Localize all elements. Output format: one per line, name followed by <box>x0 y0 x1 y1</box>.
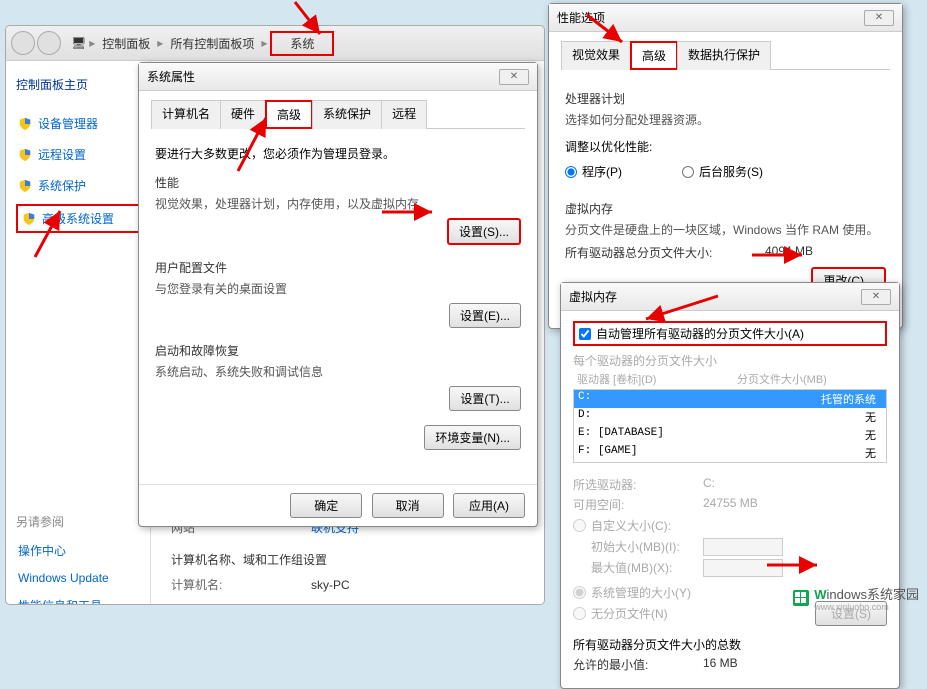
startup-section-desc: 系统启动、系统失败和调试信息 <box>155 363 521 380</box>
radio-system-managed[interactable]: 系统管理的大小(Y) <box>573 584 815 601</box>
startup-settings-button[interactable]: 设置(T)... <box>449 386 521 411</box>
radio-custom-size[interactable]: 自定义大小(C): <box>573 517 887 534</box>
perfopt-titlebar[interactable]: 性能选项 ✕ <box>549 4 902 32</box>
drive-row-e[interactable]: E: [DATABASE]无 <box>574 426 886 444</box>
vmem-total-value: 4094 MB <box>765 244 886 261</box>
tab-computer-name[interactable]: 计算机名 <box>151 100 221 129</box>
nav-back-button[interactable] <box>11 31 35 55</box>
tab-remote[interactable]: 远程 <box>381 100 427 129</box>
proc-sched-title: 处理器计划 <box>565 90 886 107</box>
admin-note: 要进行大多数更改，您必须作为管理员登录。 <box>155 145 521 162</box>
tab-advanced[interactable]: 高级 <box>265 100 313 129</box>
shield-icon <box>22 212 36 226</box>
shield-icon <box>18 148 32 162</box>
proc-sched-desc: 选择如何分配处理器资源。 <box>565 111 886 128</box>
close-icon[interactable]: ✕ <box>864 10 894 26</box>
vmem-title: 虚拟内存 <box>565 200 886 217</box>
drive-list-header: 驱动器 [卷标](D) 分页文件大小(MB) <box>573 369 887 389</box>
perf-settings-button[interactable]: 设置(S)... <box>447 218 521 245</box>
profile-section-desc: 与您登录有关的桌面设置 <box>155 280 521 297</box>
control-panel-sidebar: 控制面板主页 设备管理器 远程设置 系统保护 高级系统设置 另请参阅 操作中心 … <box>6 61 151 604</box>
radio-programs[interactable]: 程序(P) <box>565 163 622 180</box>
vmem-dlg-title: 虚拟内存 <box>569 288 861 305</box>
computer-name-row: 计算机名: sky-PC <box>171 576 524 593</box>
breadcrumb-sep: ▸ <box>89 36 95 51</box>
see-also-performance-info[interactable]: 性能信息和工具 <box>16 593 140 605</box>
sidebar-link-device-manager[interactable]: 设备管理器 <box>16 111 140 136</box>
breadcrumb-icon: 🖥 <box>71 36 86 50</box>
shield-icon <box>18 179 32 193</box>
control-panel-titlebar: 🖥 ▸ 控制面板 ▸ 所有控制面板项 ▸ 系统 <box>6 26 544 61</box>
sidebar-link-protection[interactable]: 系统保护 <box>16 173 140 198</box>
breadcrumb[interactable]: 🖥 ▸ 控制面板 ▸ 所有控制面板项 ▸ 系统 <box>71 31 334 56</box>
list-heading: 每个驱动器的分页文件大小 <box>573 352 887 369</box>
computer-name-label: 计算机名: <box>171 576 301 593</box>
perf-section-title: 性能 <box>155 174 521 191</box>
breadcrumb-item[interactable]: 所有控制面板项 <box>166 33 258 54</box>
perfopt-title: 性能选项 <box>557 9 864 26</box>
shield-icon <box>18 117 32 131</box>
performance-options-dialog: 性能选项 ✕ 视觉效果 高级 数据执行保护 处理器计划 选择如何分配处理器资源。… <box>548 3 903 329</box>
sysprop-titlebar[interactable]: 系统属性 ✕ <box>139 63 537 91</box>
drive-row-c[interactable]: C: 托管的系统 <box>574 390 886 408</box>
env-vars-button[interactable]: 环境变量(N)... <box>424 425 521 450</box>
see-also-heading: 另请参阅 <box>16 513 140 530</box>
see-also-section: 另请参阅 操作中心 Windows Update 性能信息和工具 <box>16 513 140 605</box>
breadcrumb-item-system[interactable]: 系统 <box>270 31 334 56</box>
vmem-titlebar[interactable]: 虚拟内存 ✕ <box>561 283 899 311</box>
proc-sched-adjust: 调整以优化性能: <box>565 138 886 155</box>
tab-protection[interactable]: 系统保护 <box>312 100 382 129</box>
sidebar-link-remote[interactable]: 远程设置 <box>16 142 140 167</box>
apply-button[interactable]: 应用(A) <box>453 493 525 518</box>
computer-name-value: sky-PC <box>311 578 350 592</box>
nav-forward-button[interactable] <box>37 31 61 55</box>
see-also-windows-update[interactable]: Windows Update <box>16 567 140 589</box>
tab-visual-effects[interactable]: 视觉效果 <box>561 41 631 70</box>
tab-hardware[interactable]: 硬件 <box>220 100 266 129</box>
radio-no-paging[interactable]: 无分页文件(N) <box>573 605 815 622</box>
profile-settings-button[interactable]: 设置(E)... <box>449 303 521 328</box>
see-also-action-center[interactable]: 操作中心 <box>16 538 140 563</box>
nav-back-forward[interactable] <box>11 31 61 55</box>
system-properties-dialog: 系统属性 ✕ 计算机名 硬件 高级 系统保护 远程 要进行大多数更改，您必须作为… <box>138 62 538 527</box>
startup-section-title: 启动和故障恢复 <box>155 342 521 359</box>
vmem-total-row: 所有驱动器总分页文件大小: 4094 MB <box>565 244 886 261</box>
initial-size-input[interactable] <box>703 538 783 556</box>
breadcrumb-item[interactable]: 控制面板 <box>98 33 154 54</box>
vmem-desc: 分页文件是硬盘上的一块区域，Windows 当作 RAM 使用。 <box>565 221 886 238</box>
drive-row-d[interactable]: D: 无 <box>574 408 886 426</box>
sysprop-tabstrip: 计算机名 硬件 高级 系统保护 远程 <box>151 99 525 129</box>
cnd-heading: 计算机名称、域和工作组设置 <box>171 551 524 568</box>
auto-manage-checkbox[interactable]: 自动管理所有驱动器的分页文件大小(A) <box>573 321 887 346</box>
tab-advanced-perf[interactable]: 高级 <box>630 41 678 70</box>
tab-dep[interactable]: 数据执行保护 <box>677 41 771 70</box>
drive-list[interactable]: C: 托管的系统 D: 无 E: [DATABASE]无 F: [GAME]无 <box>573 389 887 463</box>
totals-heading: 所有驱动器分页文件大小的总数 <box>573 636 887 653</box>
cancel-button[interactable]: 取消 <box>372 493 444 518</box>
radio-background-services[interactable]: 后台服务(S) <box>682 163 763 180</box>
perf-section-desc: 视觉效果，处理器计划，内存使用，以及虚拟内存 <box>155 195 521 212</box>
sidebar-title: 控制面板主页 <box>16 76 140 93</box>
profile-section-title: 用户配置文件 <box>155 259 521 276</box>
ok-button[interactable]: 确定 <box>290 493 362 518</box>
sidebar-link-advanced-settings[interactable]: 高级系统设置 <box>16 204 140 233</box>
max-size-input[interactable] <box>703 559 783 577</box>
close-icon[interactable]: ✕ <box>861 289 891 305</box>
sysprop-footer: 确定 取消 应用(A) <box>139 484 537 526</box>
virtual-memory-dialog: 虚拟内存 ✕ 自动管理所有驱动器的分页文件大小(A) 每个驱动器的分页文件大小 … <box>560 282 900 689</box>
perfopt-tabstrip: 视觉效果 高级 数据执行保护 <box>561 40 890 70</box>
drive-row-f[interactable]: F: [GAME]无 <box>574 444 886 462</box>
sysprop-title: 系统属性 <box>147 68 499 85</box>
vmem-set-button[interactable]: 设置(S) <box>815 601 887 626</box>
close-icon[interactable]: ✕ <box>499 69 529 85</box>
